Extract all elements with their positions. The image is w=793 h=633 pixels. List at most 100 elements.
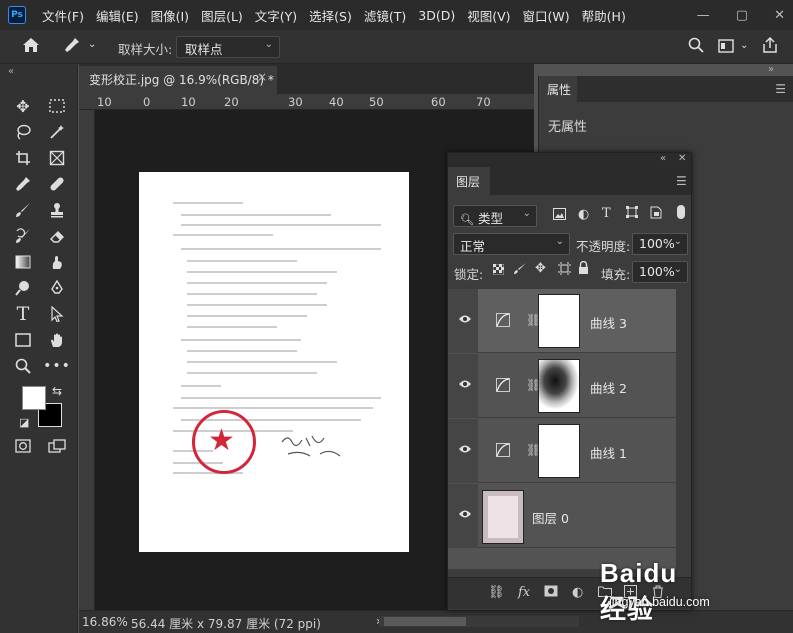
menu-type[interactable]: 文字(Y) (249, 6, 303, 25)
lasso-tool-icon[interactable] (12, 121, 34, 143)
marquee-tool-icon[interactable] (46, 95, 68, 117)
workspace-chevron-icon[interactable]: ⌄ (740, 40, 748, 51)
eye-icon[interactable] (458, 378, 472, 392)
eye-icon[interactable] (458, 313, 472, 327)
filter-toggle[interactable] (677, 205, 685, 219)
filter-shape-icon[interactable] (626, 206, 638, 222)
type-tool-icon[interactable]: T (12, 303, 34, 325)
horizontal-scrollbar[interactable] (379, 616, 579, 627)
search-icon[interactable] (688, 37, 704, 57)
clone-stamp-tool-icon[interactable] (46, 199, 68, 221)
restore-button[interactable]: ▢ (736, 8, 748, 23)
gradient-tool-icon[interactable] (12, 251, 34, 273)
share-icon[interactable] (762, 36, 778, 57)
lock-pixels-icon[interactable] (514, 262, 527, 279)
layer-mask-thumbnail[interactable] (538, 294, 580, 348)
panel-collapse-icon[interactable]: » (768, 64, 774, 75)
quick-mask-icon[interactable] (12, 435, 34, 457)
dodge-tool-icon[interactable] (12, 277, 34, 299)
layer-row-layer-0[interactable]: 图层 0 (448, 484, 676, 548)
layer-name[interactable]: 曲线 3 (590, 313, 627, 332)
layer-row-curves-1[interactable]: ⛓ 曲线 1 (448, 419, 676, 483)
workspace-icon[interactable] (718, 39, 734, 57)
collapse-icon[interactable]: « (660, 153, 666, 164)
new-adjustment-layer-icon[interactable]: ◐ (572, 585, 583, 600)
sample-size-select[interactable]: 取样点 ⌄ (176, 36, 280, 58)
menu-select[interactable]: 选择(S) (303, 6, 358, 25)
layer-name[interactable]: 曲线 1 (590, 443, 627, 462)
blend-mode-select[interactable]: 正常 ⌄ (453, 233, 570, 255)
layer-row-curves-2[interactable]: ⛓ 曲线 2 (448, 354, 676, 418)
eraser-tool-icon[interactable] (46, 225, 68, 247)
panel-menu-icon[interactable]: ☰ (676, 174, 687, 188)
zoom-level[interactable]: 16.86% (82, 615, 128, 629)
filter-smart-object-icon[interactable] (650, 206, 662, 223)
menu-view[interactable]: 视图(V) (461, 6, 516, 25)
layer-row-curves-3[interactable]: ⛓ 曲线 3 (448, 289, 676, 353)
menu-image[interactable]: 图像(I) (145, 6, 195, 25)
document-tab[interactable]: 变形校正.jpg @ 16.9%(RGB/8) * × (79, 66, 277, 94)
eye-icon[interactable] (458, 508, 472, 522)
smudge-tool-icon[interactable] (46, 251, 68, 273)
path-selection-tool-icon[interactable] (46, 303, 68, 325)
home-icon[interactable] (22, 37, 40, 57)
lock-transparency-icon[interactable] (492, 263, 505, 279)
document-image[interactable] (139, 172, 409, 552)
more-tools-icon[interactable]: ••• (43, 355, 70, 377)
close-tab-icon[interactable]: × (257, 70, 267, 84)
screen-mode-icon[interactable] (46, 435, 68, 457)
rectangle-tool-icon[interactable] (12, 329, 34, 351)
panel-menu-icon[interactable]: ☰ (775, 82, 786, 96)
menu-layer[interactable]: 图层(L) (195, 6, 249, 25)
tab-properties[interactable]: 属性 (539, 76, 577, 102)
zoom-tool-icon[interactable] (12, 355, 34, 377)
eye-icon[interactable] (458, 443, 472, 457)
minimize-button[interactable]: — (697, 8, 710, 23)
layer-name[interactable]: 曲线 2 (590, 378, 627, 397)
opacity-input[interactable]: 100% ⌄ (632, 233, 688, 255)
tab-layers[interactable]: 图层 (448, 167, 490, 195)
menu-3d[interactable]: 3D(D) (412, 8, 461, 23)
menu-filter[interactable]: 滤镜(T) (358, 6, 412, 25)
history-brush-tool-icon[interactable] (12, 225, 34, 247)
filter-type-icon[interactable]: T (602, 206, 611, 221)
magic-wand-tool-icon[interactable] (46, 121, 68, 143)
eyedropper-icon[interactable] (64, 37, 80, 57)
fill-input[interactable]: 100% ⌄ (632, 261, 688, 283)
scrollbar-thumb[interactable] (384, 617, 466, 626)
close-panel-icon[interactable]: ✕ (678, 153, 686, 164)
close-window-button[interactable]: ✕ (774, 8, 785, 23)
layer-style-fx-icon[interactable]: fx (518, 585, 530, 600)
menu-help[interactable]: 帮助(H) (576, 6, 632, 25)
brush-tool-icon[interactable] (12, 199, 34, 221)
crop-tool-icon[interactable] (12, 147, 34, 169)
layers-panel-header[interactable]: « ✕ (448, 153, 691, 167)
foreground-color-swatch[interactable] (22, 386, 46, 410)
layer-image-thumbnail[interactable] (482, 490, 524, 544)
tool-preset-chevron-icon[interactable]: ⌄ (88, 39, 96, 50)
eyedropper-tool-icon[interactable] (12, 173, 34, 195)
swap-colors-icon[interactable]: ⇆ (52, 384, 62, 398)
pen-tool-icon[interactable] (46, 277, 68, 299)
lock-position-icon[interactable]: ✥ (535, 261, 546, 276)
lock-artboard-icon[interactable] (558, 262, 571, 279)
menu-edit[interactable]: 编辑(E) (90, 6, 145, 25)
layers-scrollbar[interactable] (676, 289, 691, 569)
default-colors-icon[interactable]: ◪ (19, 416, 29, 429)
layer-filter-select[interactable]: 🔍︎ 类型 ⌄ (453, 205, 537, 227)
frame-tool-icon[interactable] (46, 147, 68, 169)
hand-tool-icon[interactable] (46, 329, 68, 351)
add-mask-icon[interactable] (544, 585, 558, 601)
menu-file[interactable]: 文件(F) (36, 6, 90, 25)
filter-pixel-icon[interactable] (553, 208, 566, 224)
filter-adjustment-icon[interactable]: ◐ (578, 207, 589, 222)
menu-window[interactable]: 窗口(W) (517, 6, 576, 25)
lock-all-icon[interactable] (578, 260, 589, 278)
layer-mask-thumbnail[interactable] (538, 359, 580, 413)
link-layers-icon[interactable]: ⛓ (488, 585, 505, 600)
layer-mask-thumbnail[interactable] (538, 424, 580, 478)
healing-brush-tool-icon[interactable] (46, 173, 68, 195)
move-tool-icon[interactable]: ✥ (12, 95, 34, 117)
collapse-icon[interactable]: « (8, 66, 14, 77)
layer-name[interactable]: 图层 0 (532, 508, 569, 527)
